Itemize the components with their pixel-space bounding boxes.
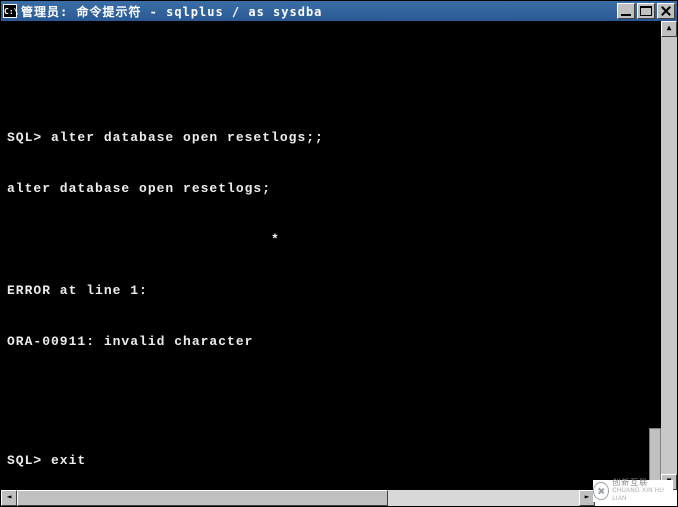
watermark: 创新互联 CHUANG XIN HU LIAN — [593, 480, 673, 502]
title-bar: C:\ 管理员: 命令提示符 - sqlplus / as sysdba — [1, 1, 677, 21]
app-window: C:\ 管理员: 命令提示符 - sqlplus / as sysdba SQL… — [0, 0, 678, 507]
terminal-line: SQL> exit — [7, 452, 655, 469]
maximize-button[interactable] — [637, 3, 655, 19]
horizontal-scrollbar-thumb[interactable] — [17, 490, 388, 506]
minimize-button[interactable] — [617, 3, 635, 19]
watermark-text-en: CHUANG XIN HU LIAN — [612, 487, 673, 503]
horizontal-scrollbar[interactable]: ◄ ► — [1, 490, 595, 506]
vertical-scrollbar[interactable]: ▲ ▼ — [661, 21, 677, 490]
cmd-icon: C:\ — [3, 4, 17, 18]
terminal-line: * — [7, 231, 655, 248]
watermark-logo-icon — [593, 482, 609, 500]
horizontal-scroll-track[interactable] — [17, 490, 579, 506]
scroll-up-button[interactable]: ▲ — [661, 21, 677, 37]
terminal-line: ORA-00911: invalid character — [7, 333, 655, 350]
scroll-left-button[interactable]: ◄ — [1, 490, 17, 506]
terminal-line: SQL> alter database open resetlogs;; — [7, 129, 655, 146]
close-button[interactable] — [657, 3, 675, 19]
watermark-text-cn: 创新互联 — [612, 479, 673, 487]
terminal-line: alter database open resetlogs; — [7, 180, 655, 197]
terminal-line: ERROR at line 1: — [7, 282, 655, 299]
window-title: 管理员: 命令提示符 - sqlplus / as sysdba — [21, 3, 615, 20]
terminal-output[interactable]: SQL> alter database open resetlogs;; alt… — [1, 21, 661, 490]
client-area: SQL> alter database open resetlogs;; alt… — [1, 21, 677, 506]
